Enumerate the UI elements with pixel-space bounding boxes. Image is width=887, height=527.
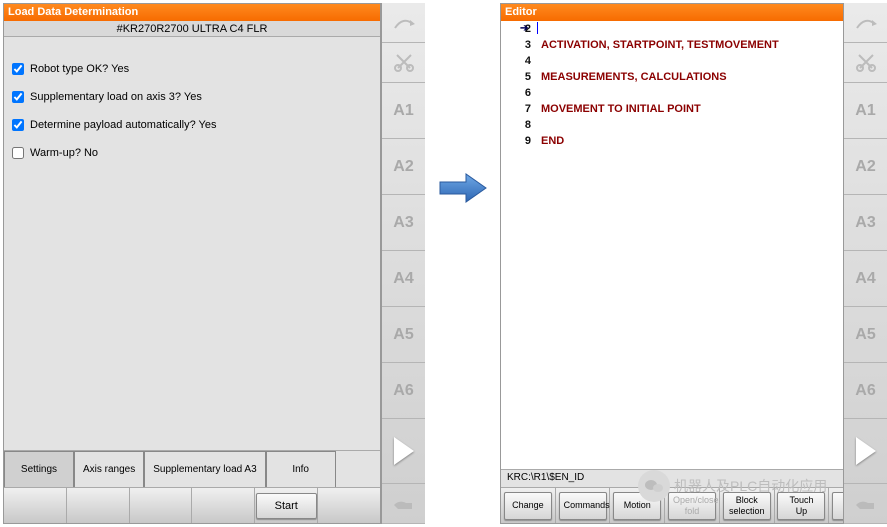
editor-title: Editor	[501, 4, 883, 21]
start-button[interactable]: Start	[256, 493, 317, 519]
gutter-line: 2	[501, 21, 531, 37]
tab-3[interactable]: Info	[266, 451, 336, 487]
cut-icon[interactable]	[844, 43, 887, 83]
tab-0[interactable]: Settings	[4, 451, 74, 487]
check-label-0: Robot type OK? Yes	[30, 63, 129, 75]
left-tabs: SettingsAxis rangesSupplementary load A3…	[4, 451, 380, 487]
wechat-icon	[638, 470, 670, 502]
left-buttonbar: Start	[4, 487, 380, 523]
axis-a6[interactable]: A6	[844, 363, 887, 419]
axis-a5[interactable]: A5	[844, 307, 887, 363]
code-line[interactable]: MOVEMENT TO INITIAL POINT	[531, 101, 779, 117]
editor-btn-change[interactable]: Change	[504, 492, 552, 520]
gutter-line: 7	[501, 101, 531, 117]
gutter-line: 3	[501, 37, 531, 53]
check-label-3: Warm-up? No	[30, 147, 98, 159]
axis-a1[interactable]: A1	[844, 83, 887, 139]
code-line[interactable]	[531, 117, 779, 133]
hand-icon[interactable]	[382, 484, 425, 524]
gutter-line: 9	[501, 133, 531, 149]
axis-a4[interactable]: A4	[844, 251, 887, 307]
rail-top-icon[interactable]	[382, 3, 425, 43]
check-input-3[interactable]	[12, 147, 24, 159]
axis-a1[interactable]: A1	[382, 83, 425, 139]
axis-a5[interactable]: A5	[382, 307, 425, 363]
check-0[interactable]: Robot type OK? Yes	[12, 63, 372, 75]
cut-icon[interactable]	[382, 43, 425, 83]
check-label-2: Determine payload automatically? Yes	[30, 119, 217, 131]
left-axis-rail: A1 A2 A3 A4 A5 A6	[381, 3, 425, 524]
line-gutter: 23456789	[501, 21, 531, 149]
axis-a6[interactable]: A6	[382, 363, 425, 419]
transition-arrow-icon	[438, 170, 488, 206]
right-axis-rail: A1 A2 A3 A4 A5 A6	[843, 3, 887, 524]
check-label-1: Supplementary load on axis 3? Yes	[30, 91, 202, 103]
run-button[interactable]	[844, 419, 887, 484]
axis-a2[interactable]: A2	[382, 139, 425, 195]
check-input-1[interactable]	[12, 91, 24, 103]
left-title: Load Data Determination	[4, 4, 380, 21]
rail-top-icon[interactable]	[844, 3, 887, 43]
check-input-0[interactable]	[12, 63, 24, 75]
editor-body[interactable]: ➔ 23456789 ACTIVATION, STARTPOINT, TESTM…	[501, 21, 883, 469]
code-line[interactable]: ACTIVATION, STARTPOINT, TESTMOVEMENT	[531, 37, 779, 53]
check-input-2[interactable]	[12, 119, 24, 131]
check-3[interactable]: Warm-up? No	[12, 147, 372, 159]
editor-panel: Editor ➔ 23456789 ACTIVATION, STARTPOINT…	[500, 3, 884, 524]
hand-icon[interactable]	[844, 484, 887, 524]
code-line[interactable]: MEASUREMENTS, CALCULATIONS	[531, 69, 779, 85]
gutter-line: 6	[501, 85, 531, 101]
run-button[interactable]	[382, 419, 425, 484]
code-area[interactable]: ACTIVATION, STARTPOINT, TESTMOVEMENT MEAS…	[531, 21, 779, 149]
watermark-text: 机器人及PLC自动化应用	[674, 476, 827, 496]
axis-a2[interactable]: A2	[844, 139, 887, 195]
watermark: 机器人及PLC自动化应用	[638, 470, 827, 502]
check-1[interactable]: Supplementary load on axis 3? Yes	[12, 91, 372, 103]
robot-model: #KR270R2700 ULTRA C4 FLR	[4, 21, 380, 37]
tab-2[interactable]: Supplementary load A3	[144, 451, 265, 487]
code-line[interactable]	[531, 85, 779, 101]
code-line[interactable]: END	[531, 133, 779, 149]
code-line[interactable]	[531, 53, 779, 69]
axis-a4[interactable]: A4	[382, 251, 425, 307]
tab-1[interactable]: Axis ranges	[74, 451, 144, 487]
left-body: Robot type OK? Yes Supplementary load on …	[4, 37, 380, 451]
check-2[interactable]: Determine payload automatically? Yes	[12, 119, 372, 131]
load-data-panel: Load Data Determination #KR270R2700 ULTR…	[3, 3, 381, 524]
editor-btn-commands[interactable]: Commands	[559, 492, 607, 520]
code-line[interactable]	[531, 21, 779, 37]
gutter-line: 5	[501, 69, 531, 85]
gutter-line: 4	[501, 53, 531, 69]
axis-a3[interactable]: A3	[382, 195, 425, 251]
axis-a3[interactable]: A3	[844, 195, 887, 251]
gutter-line: 8	[501, 117, 531, 133]
